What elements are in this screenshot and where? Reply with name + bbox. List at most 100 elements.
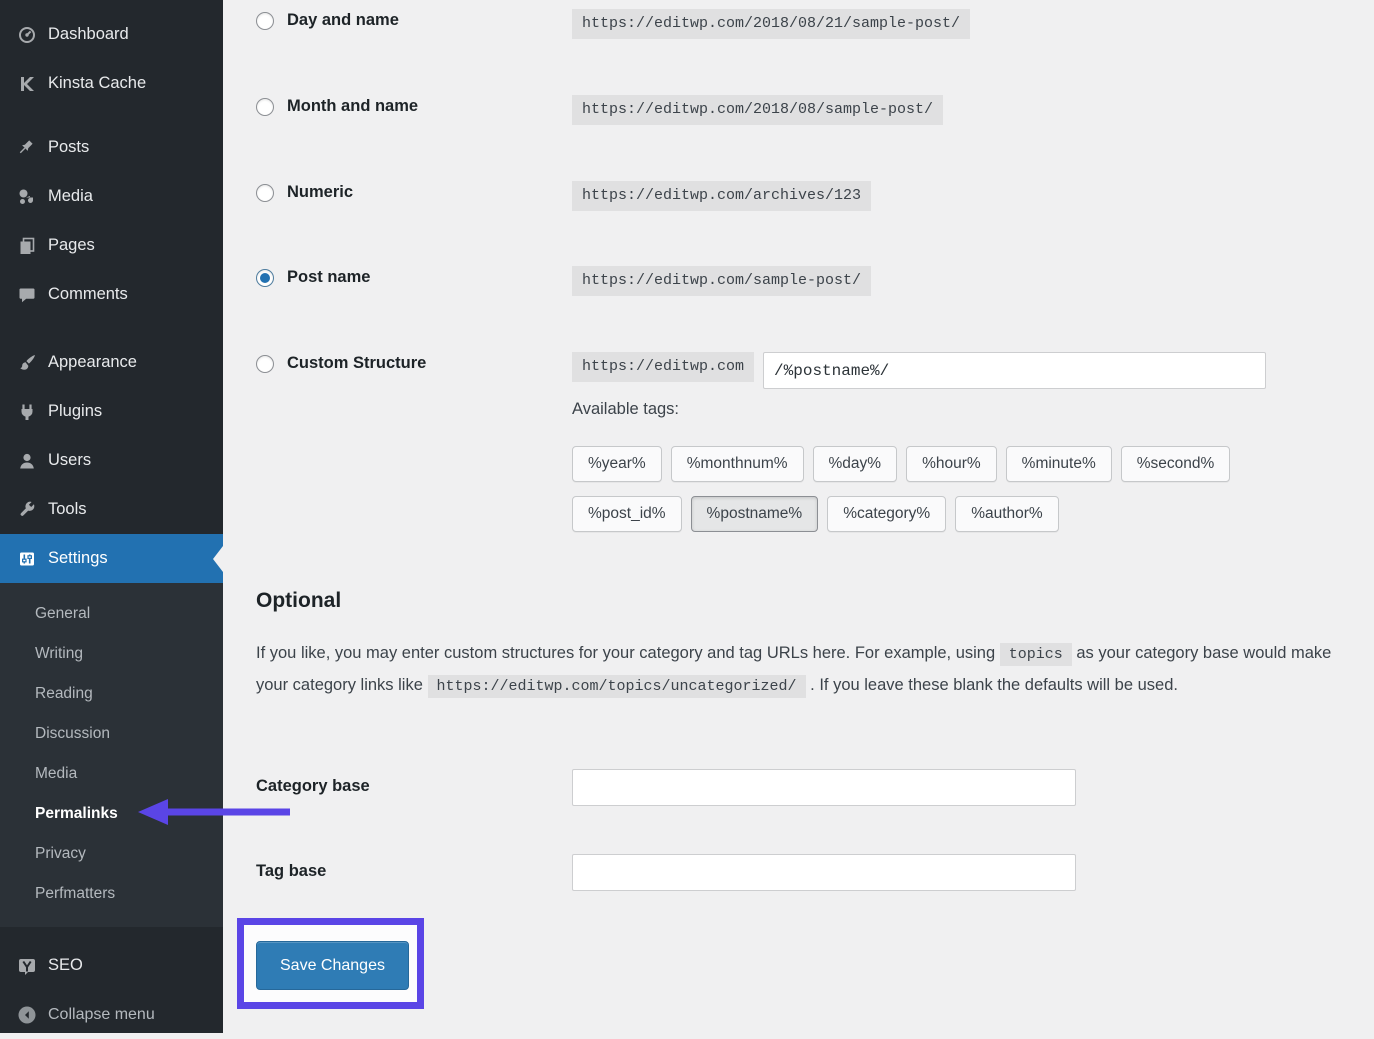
tag-button-hour[interactable]: %hour% xyxy=(906,446,997,482)
menu-separator xyxy=(0,319,223,338)
wrench-icon xyxy=(17,500,37,520)
tag-button-second[interactable]: %second% xyxy=(1121,446,1231,482)
paintbrush-icon xyxy=(17,353,37,373)
option-label: Month and name xyxy=(287,97,418,116)
option-row-month-and-name: Month and name https://editwp.com/2018/0… xyxy=(256,95,943,125)
radio-month-and-name[interactable] xyxy=(256,98,274,116)
yoast-seo-icon xyxy=(17,956,37,976)
sidebar-item-label: Dashboard xyxy=(48,25,129,44)
pages-icon xyxy=(17,236,37,256)
category-base-input[interactable] xyxy=(572,769,1076,806)
optional-text-3: . If you leave these blank the defaults … xyxy=(810,676,1178,694)
settings-sliders-icon xyxy=(17,549,37,569)
tag-button-postname[interactable]: %postname% xyxy=(691,496,819,532)
tag-button-day[interactable]: %day% xyxy=(813,446,898,482)
sidebar-item-appearance[interactable]: Appearance xyxy=(0,338,223,387)
permalink-settings-content: Day and name https://editwp.com/2018/08/… xyxy=(223,0,1374,1033)
available-tags-row-2: %post_id% %postname% %category% %author% xyxy=(572,496,1059,532)
sidebar-item-label: Posts xyxy=(48,138,89,157)
sidebar-item-label: SEO xyxy=(48,956,83,975)
submenu-item-media[interactable]: Media xyxy=(0,754,223,794)
submenu-item-writing[interactable]: Writing xyxy=(0,634,223,674)
user-icon xyxy=(17,451,37,471)
pushpin-icon xyxy=(17,138,37,158)
tag-button-minute[interactable]: %minute% xyxy=(1006,446,1112,482)
admin-sidebar: Dashboard Kinsta Cache Posts Media Page xyxy=(0,0,223,1033)
option-label: Post name xyxy=(287,268,370,287)
submenu-item-reading[interactable]: Reading xyxy=(0,674,223,714)
sidebar-item-label: Comments xyxy=(48,285,128,304)
option-label: Custom Structure xyxy=(287,354,426,373)
optional-text-1: If you like, you may enter custom struct… xyxy=(256,644,995,662)
radio-custom-structure[interactable] xyxy=(256,355,274,373)
sidebar-item-seo[interactable]: SEO xyxy=(0,941,223,990)
tag-button-year[interactable]: %year% xyxy=(572,446,662,482)
settings-submenu: General Writing Reading Discussion Media… xyxy=(0,583,223,927)
topics-code: topics xyxy=(1000,643,1072,666)
permalink-example: https://editwp.com/archives/123 xyxy=(572,181,871,211)
sidebar-item-label: Kinsta Cache xyxy=(48,74,146,93)
admin-menu: Dashboard Kinsta Cache Posts Media Page xyxy=(0,0,223,583)
sidebar-item-kinsta-cache[interactable]: Kinsta Cache xyxy=(0,59,223,108)
available-tags-row-1: %year% %monthnum% %day% %hour% %minute% … xyxy=(572,446,1230,482)
collapse-menu-label: Collapse menu xyxy=(48,1006,155,1024)
collapse-menu-button[interactable]: Collapse menu xyxy=(0,990,223,1039)
submenu-item-privacy[interactable]: Privacy xyxy=(0,834,223,874)
example-category-url-code: https://editwp.com/topics/uncategorized/ xyxy=(428,675,806,698)
kinsta-icon xyxy=(17,74,37,94)
sidebar-item-label: Plugins xyxy=(48,402,102,421)
sidebar-item-dashboard[interactable]: Dashboard xyxy=(0,10,223,59)
sidebar-item-label: Settings xyxy=(48,549,108,568)
category-base-label: Category base xyxy=(256,769,572,796)
optional-heading: Optional xyxy=(256,589,341,613)
sidebar-item-pages[interactable]: Pages xyxy=(0,221,223,270)
save-changes-button[interactable]: Save Changes xyxy=(256,941,409,990)
sidebar-item-posts[interactable]: Posts xyxy=(0,123,223,172)
option-row-day-and-name: Day and name https://editwp.com/2018/08/… xyxy=(256,9,970,39)
sidebar-item-plugins[interactable]: Plugins xyxy=(0,387,223,436)
category-base-row: Category base xyxy=(256,769,1076,806)
comment-bubble-icon xyxy=(17,285,37,305)
tag-button-category[interactable]: %category% xyxy=(827,496,946,532)
submenu-item-general[interactable]: General xyxy=(0,594,223,634)
submenu-item-discussion[interactable]: Discussion xyxy=(0,714,223,754)
permalink-example: https://editwp.com/2018/08/21/sample-pos… xyxy=(572,9,970,39)
optional-section-heading-row: Optional xyxy=(256,589,341,613)
permalink-example: https://editwp.com/sample-post/ xyxy=(572,266,871,296)
option-label: Numeric xyxy=(287,183,353,202)
custom-structure-input[interactable] xyxy=(763,352,1266,389)
sidebar-item-settings[interactable]: Settings xyxy=(0,534,223,583)
submenu-item-perfmatters[interactable]: Perfmatters xyxy=(0,874,223,914)
optional-description: If you like, you may enter custom struct… xyxy=(256,638,1354,702)
sidebar-item-comments[interactable]: Comments xyxy=(0,270,223,319)
active-menu-notch xyxy=(213,546,223,572)
sidebar-item-media[interactable]: Media xyxy=(0,172,223,221)
radio-post-name[interactable] xyxy=(256,269,274,287)
sidebar-item-label: Tools xyxy=(48,500,87,519)
sidebar-item-tools[interactable]: Tools xyxy=(0,485,223,534)
collapse-arrow-icon xyxy=(17,1005,37,1025)
tag-button-post-id[interactable]: %post_id% xyxy=(572,496,682,532)
option-row-numeric: Numeric https://editwp.com/archives/123 xyxy=(256,181,871,211)
radio-numeric[interactable] xyxy=(256,184,274,202)
tag-base-row: Tag base xyxy=(256,854,1076,891)
tag-base-input[interactable] xyxy=(572,854,1076,891)
option-row-custom-structure: Custom Structure https://editwp.com xyxy=(256,352,1266,389)
permalink-example: https://editwp.com/2018/08/sample-post/ xyxy=(572,95,943,125)
tag-button-monthnum[interactable]: %monthnum% xyxy=(671,446,804,482)
site-url-prefix: https://editwp.com xyxy=(572,352,754,382)
sidebar-item-label: Media xyxy=(48,187,93,206)
sidebar-item-label: Pages xyxy=(48,236,95,255)
media-icon xyxy=(17,187,37,207)
option-label: Day and name xyxy=(287,11,399,30)
sidebar-item-label: Users xyxy=(48,451,91,470)
radio-day-and-name[interactable] xyxy=(256,12,274,30)
tag-base-label: Tag base xyxy=(256,854,572,881)
optional-description-row: If you like, you may enter custom struct… xyxy=(256,638,1354,702)
menu-separator xyxy=(0,108,223,123)
tag-button-author[interactable]: %author% xyxy=(955,496,1059,532)
sidebar-item-users[interactable]: Users xyxy=(0,436,223,485)
available-tags-label: Available tags: xyxy=(572,400,679,419)
option-row-post-name: Post name https://editwp.com/sample-post… xyxy=(256,266,871,296)
plug-icon xyxy=(17,402,37,422)
